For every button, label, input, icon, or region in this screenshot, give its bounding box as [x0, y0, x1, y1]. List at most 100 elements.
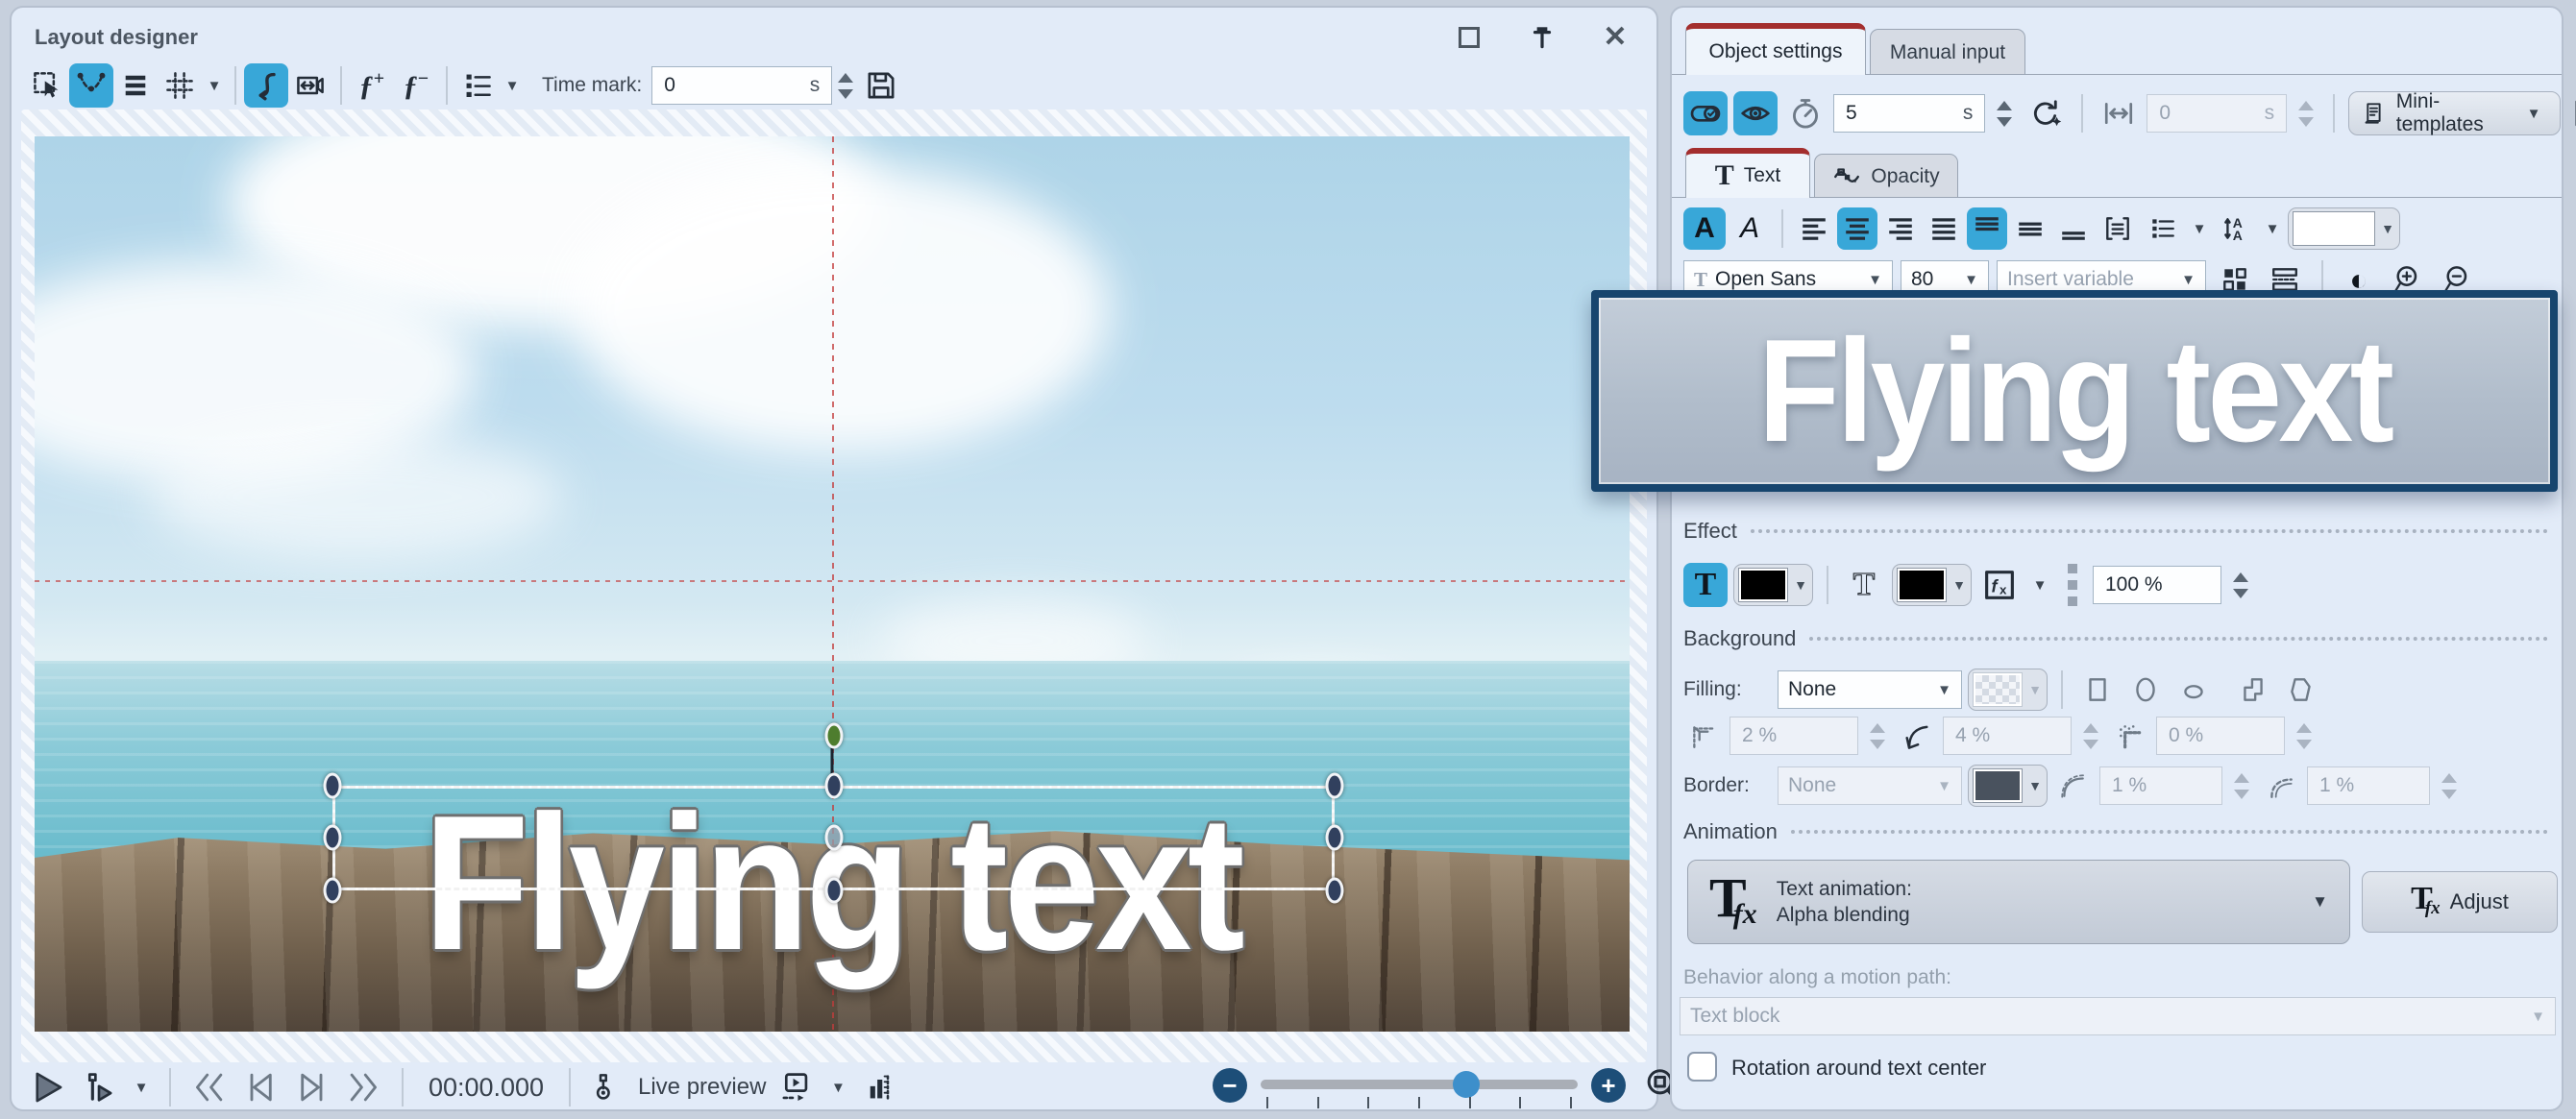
resize-handle-bottom-center[interactable] — [824, 877, 844, 904]
italic-button[interactable]: A — [1729, 207, 1771, 250]
grid-dropdown-arrow[interactable]: ▼ — [202, 78, 227, 94]
center-handle[interactable] — [824, 824, 844, 851]
motion-path-button[interactable] — [244, 63, 288, 108]
live-preview-pin-button[interactable] — [586, 1065, 630, 1109]
line-spacing-arrow[interactable]: ▼ — [2260, 221, 2285, 237]
duration-clock-button[interactable] — [1783, 91, 1828, 135]
preview-canvas[interactable]: Flying text — [35, 136, 1630, 1032]
shape-oval-button[interactable] — [2172, 668, 2215, 712]
auto-duration-button[interactable] — [2024, 91, 2068, 135]
shape-custom2-button[interactable] — [2280, 668, 2322, 712]
corner-input[interactable]: 4 % — [1943, 717, 2072, 755]
fill-color-picker[interactable]: ▼ — [1733, 564, 1813, 606]
live-preview-label[interactable]: Live preview — [638, 1074, 766, 1101]
border-color-picker[interactable]: ▼ — [1968, 765, 2048, 807]
inner-margin-input[interactable]: 2 % — [1730, 717, 1858, 755]
camera-pan-button[interactable] — [288, 63, 332, 108]
filling-color-picker[interactable]: ▼ — [1968, 669, 2048, 711]
previous-frame-button[interactable] — [238, 1065, 282, 1109]
skip-end-button[interactable] — [342, 1065, 386, 1109]
shape-rectangle-button[interactable] — [2076, 668, 2119, 712]
text-animation-dropdown[interactable]: Tfx Text animation: Alpha blending ▼ — [1687, 860, 2350, 944]
valign-middle-button[interactable] — [2010, 207, 2050, 250]
tab-text[interactable]: T Text — [1685, 148, 1810, 198]
keyframe-list-button[interactable] — [455, 63, 500, 108]
soft-edge-spinner[interactable] — [2291, 722, 2318, 749]
remove-keyframe-button[interactable]: ƒ− — [394, 63, 438, 108]
text-wrap-button[interactable] — [2097, 207, 2139, 250]
resize-handle-bottom-right[interactable] — [1325, 877, 1344, 904]
border-width-spinner[interactable] — [2228, 772, 2255, 799]
resize-handle-middle-left[interactable] — [323, 824, 342, 851]
inner-margin-spinner[interactable] — [1864, 722, 1891, 749]
keep-aspect-button[interactable] — [1683, 91, 1728, 135]
play-options-arrow[interactable]: ▼ — [129, 1080, 154, 1096]
corner-spinner[interactable] — [2077, 722, 2104, 749]
save-layout-button[interactable] — [859, 63, 903, 108]
audio-levels-button[interactable] — [858, 1065, 902, 1109]
adjust-button[interactable]: Tfx Adjust — [2362, 871, 2558, 933]
text-outline-color-button[interactable]: T — [1842, 563, 1886, 607]
maximize-button[interactable] — [1453, 21, 1485, 54]
effect-opacity-spinner[interactable] — [2227, 572, 2254, 598]
border-radius-button[interactable] — [2261, 764, 2301, 808]
resize-handle-top-center[interactable] — [824, 772, 844, 799]
tab-object-settings[interactable]: Object settings — [1685, 23, 1866, 75]
select-tool-button[interactable] — [25, 63, 69, 108]
resize-handle-top-right[interactable] — [1325, 772, 1344, 799]
rotation-checkbox[interactable] — [1687, 1052, 1717, 1082]
filling-dropdown[interactable]: None ▼ — [1778, 670, 1962, 709]
tab-manual-input[interactable]: Manual input — [1870, 29, 2025, 75]
duration-input[interactable]: 5 s — [1833, 94, 1986, 133]
border-radius-spinner[interactable] — [2436, 772, 2463, 799]
time-mark-spinner[interactable] — [832, 72, 859, 99]
soft-edge-input[interactable]: 0 % — [2156, 717, 2285, 755]
rotation-handle[interactable] — [824, 722, 844, 749]
zoom-in-button[interactable]: + — [1591, 1068, 1626, 1103]
zoom-slider-thumb[interactable] — [1453, 1071, 1480, 1098]
border-dropdown[interactable]: None ▼ — [1778, 766, 1962, 805]
duration-spinner[interactable] — [1991, 100, 2018, 127]
outline-color-picker[interactable]: ▼ — [1892, 564, 1972, 606]
zoom-slider-track[interactable] — [1261, 1080, 1578, 1089]
align-left-button[interactable] — [1794, 207, 1834, 250]
border-width-input[interactable]: 1 % — [2099, 766, 2222, 805]
effect-opacity-input[interactable]: 100 % — [2093, 566, 2221, 604]
zoom-slider[interactable] — [1261, 1062, 1578, 1108]
align-center-button[interactable] — [1837, 207, 1877, 250]
rotation-checkbox-label[interactable]: Rotation around text center — [1731, 1056, 1986, 1081]
curve-tool-button[interactable] — [69, 63, 113, 108]
save-object-button[interactable] — [2566, 91, 2576, 135]
bullet-list-arrow[interactable]: ▼ — [2187, 221, 2212, 237]
text-fill-color-button[interactable]: T — [1683, 563, 1728, 607]
valign-bottom-button[interactable] — [2053, 207, 2094, 250]
bold-button[interactable]: A — [1683, 207, 1726, 250]
next-frame-button[interactable] — [290, 1065, 334, 1109]
offset-button[interactable] — [2097, 91, 2141, 135]
preview-window-arrow[interactable]: ▼ — [825, 1080, 850, 1096]
shape-custom1-button[interactable] — [2232, 668, 2274, 712]
tab-opacity[interactable]: Opacity — [1814, 154, 1958, 198]
font-color-picker[interactable]: ▼ — [2288, 207, 2400, 250]
keyframe-list-dropdown-arrow[interactable]: ▼ — [500, 78, 525, 94]
skip-start-button[interactable] — [186, 1065, 231, 1109]
fx-dropdown-arrow[interactable]: ▼ — [2027, 577, 2052, 594]
inner-margin-button[interactable] — [1683, 714, 1724, 758]
preview-window-button[interactable] — [773, 1065, 818, 1109]
play-button[interactable] — [25, 1065, 69, 1109]
shape-ellipse-button[interactable] — [2124, 668, 2167, 712]
visibility-button[interactable] — [1733, 91, 1778, 135]
editor-text[interactable]: Flying text — [1758, 307, 2394, 475]
behavior-dropdown[interactable]: Text block ▼ — [1680, 997, 2556, 1035]
grid-button[interactable] — [158, 63, 202, 108]
line-spacing-button[interactable]: AA — [2215, 207, 2257, 250]
zoom-out-button[interactable]: − — [1213, 1068, 1247, 1103]
add-keyframe-button[interactable]: ƒ+ — [350, 63, 394, 108]
corner-button[interactable] — [1897, 714, 1937, 758]
offset-spinner[interactable] — [2293, 100, 2319, 127]
offset-input[interactable]: 0 s — [2147, 94, 2288, 133]
border-width-button[interactable] — [2053, 764, 2094, 808]
align-right-button[interactable] — [1880, 207, 1921, 250]
time-mark-input[interactable]: 0 s — [651, 66, 833, 105]
bullet-list-button[interactable] — [2142, 207, 2184, 250]
